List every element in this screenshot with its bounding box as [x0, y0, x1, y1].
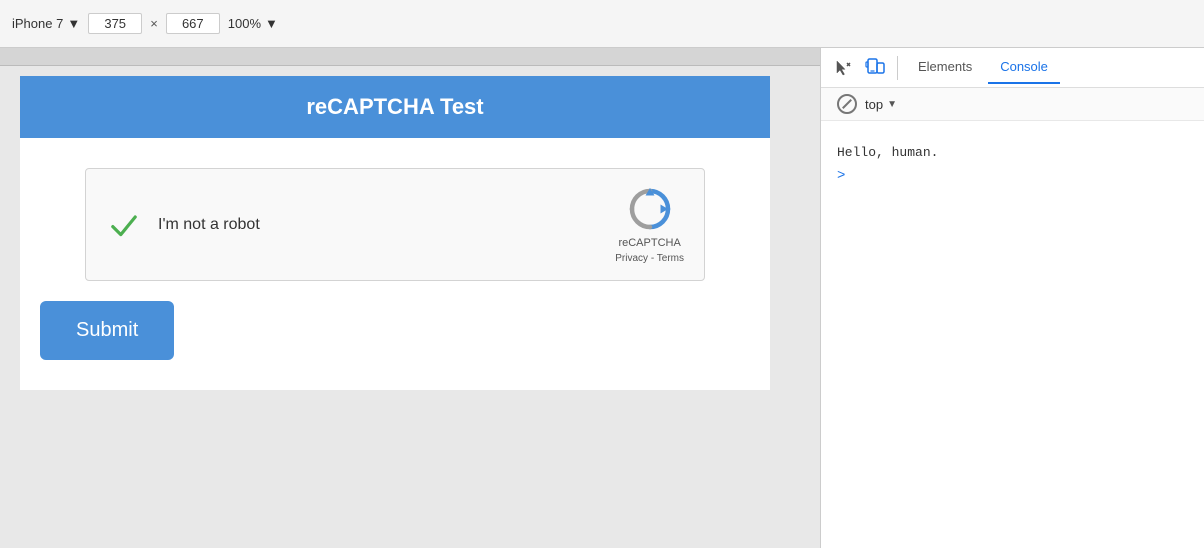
console-output-area: Hello, human. >: [821, 121, 1204, 548]
checkmark-icon: [106, 207, 142, 243]
checkmark-svg: [108, 209, 140, 241]
toolbar-left: iPhone 7 ▼ × 100% ▼: [12, 13, 1192, 34]
device-selector[interactable]: iPhone 7 ▼: [12, 16, 80, 31]
height-input[interactable]: [166, 13, 220, 34]
page-header: reCAPTCHA Test: [20, 76, 770, 138]
recaptcha-links: Privacy - Terms: [615, 253, 684, 264]
console-prompt[interactable]: >: [837, 164, 1188, 188]
scrollbar-top[interactable]: [0, 48, 820, 66]
devtools-panel: Elements Console top ▼ Hello, human. >: [820, 48, 1204, 548]
page-title: reCAPTCHA Test: [306, 94, 483, 119]
devtools-divider: [897, 56, 898, 80]
console-context-chevron: ▼: [887, 99, 897, 110]
recaptcha-left: I'm not a robot: [106, 207, 260, 243]
console-message: Hello, human.: [837, 145, 938, 160]
recaptcha-terms-link[interactable]: Terms: [657, 253, 684, 264]
device-chevron: ▼: [67, 16, 80, 31]
device-svg: [865, 58, 885, 78]
main-area: reCAPTCHA Test I'm not a robot: [0, 48, 1204, 548]
tab-console[interactable]: Console: [988, 51, 1060, 84]
console-context-label: top: [865, 97, 883, 112]
phone-frame: reCAPTCHA Test I'm not a robot: [20, 76, 770, 390]
recaptcha-brand: reCAPTCHA: [618, 237, 680, 249]
console-line-1: Hello, human.: [837, 141, 1188, 164]
console-context-select[interactable]: top ▼: [865, 97, 897, 112]
recaptcha-logo-icon: [626, 185, 674, 233]
inspect-cursor-icon[interactable]: [829, 54, 857, 82]
console-toolbar: top ▼: [821, 88, 1204, 121]
page-content: I'm not a robot: [20, 138, 770, 390]
device-name: iPhone 7: [12, 16, 63, 31]
recaptcha-widget[interactable]: I'm not a robot: [85, 168, 705, 281]
dimension-separator: ×: [150, 16, 158, 31]
devtools-tabs: Elements Console: [821, 48, 1204, 88]
viewport-panel: reCAPTCHA Test I'm not a robot: [0, 48, 820, 548]
cursor-svg: [834, 59, 852, 77]
zoom-chevron: ▼: [265, 16, 278, 31]
recaptcha-right: reCAPTCHA Privacy - Terms: [615, 185, 684, 264]
device-mode-icon[interactable]: [861, 54, 889, 82]
recaptcha-privacy-link[interactable]: Privacy: [615, 253, 648, 264]
phone-frame-wrapper: reCAPTCHA Test I'm not a robot: [0, 66, 820, 548]
recaptcha-link-dash: -: [648, 253, 657, 264]
width-input[interactable]: [88, 13, 142, 34]
console-output: Hello, human. >: [837, 133, 1188, 196]
browser-toolbar: iPhone 7 ▼ × 100% ▼: [0, 0, 1204, 48]
zoom-value: 100%: [228, 16, 261, 31]
submit-button[interactable]: Submit: [40, 301, 174, 360]
recaptcha-label: I'm not a robot: [158, 216, 260, 234]
tab-elements[interactable]: Elements: [906, 51, 984, 84]
no-entry-icon[interactable]: [837, 94, 857, 114]
zoom-selector[interactable]: 100% ▼: [228, 16, 278, 31]
